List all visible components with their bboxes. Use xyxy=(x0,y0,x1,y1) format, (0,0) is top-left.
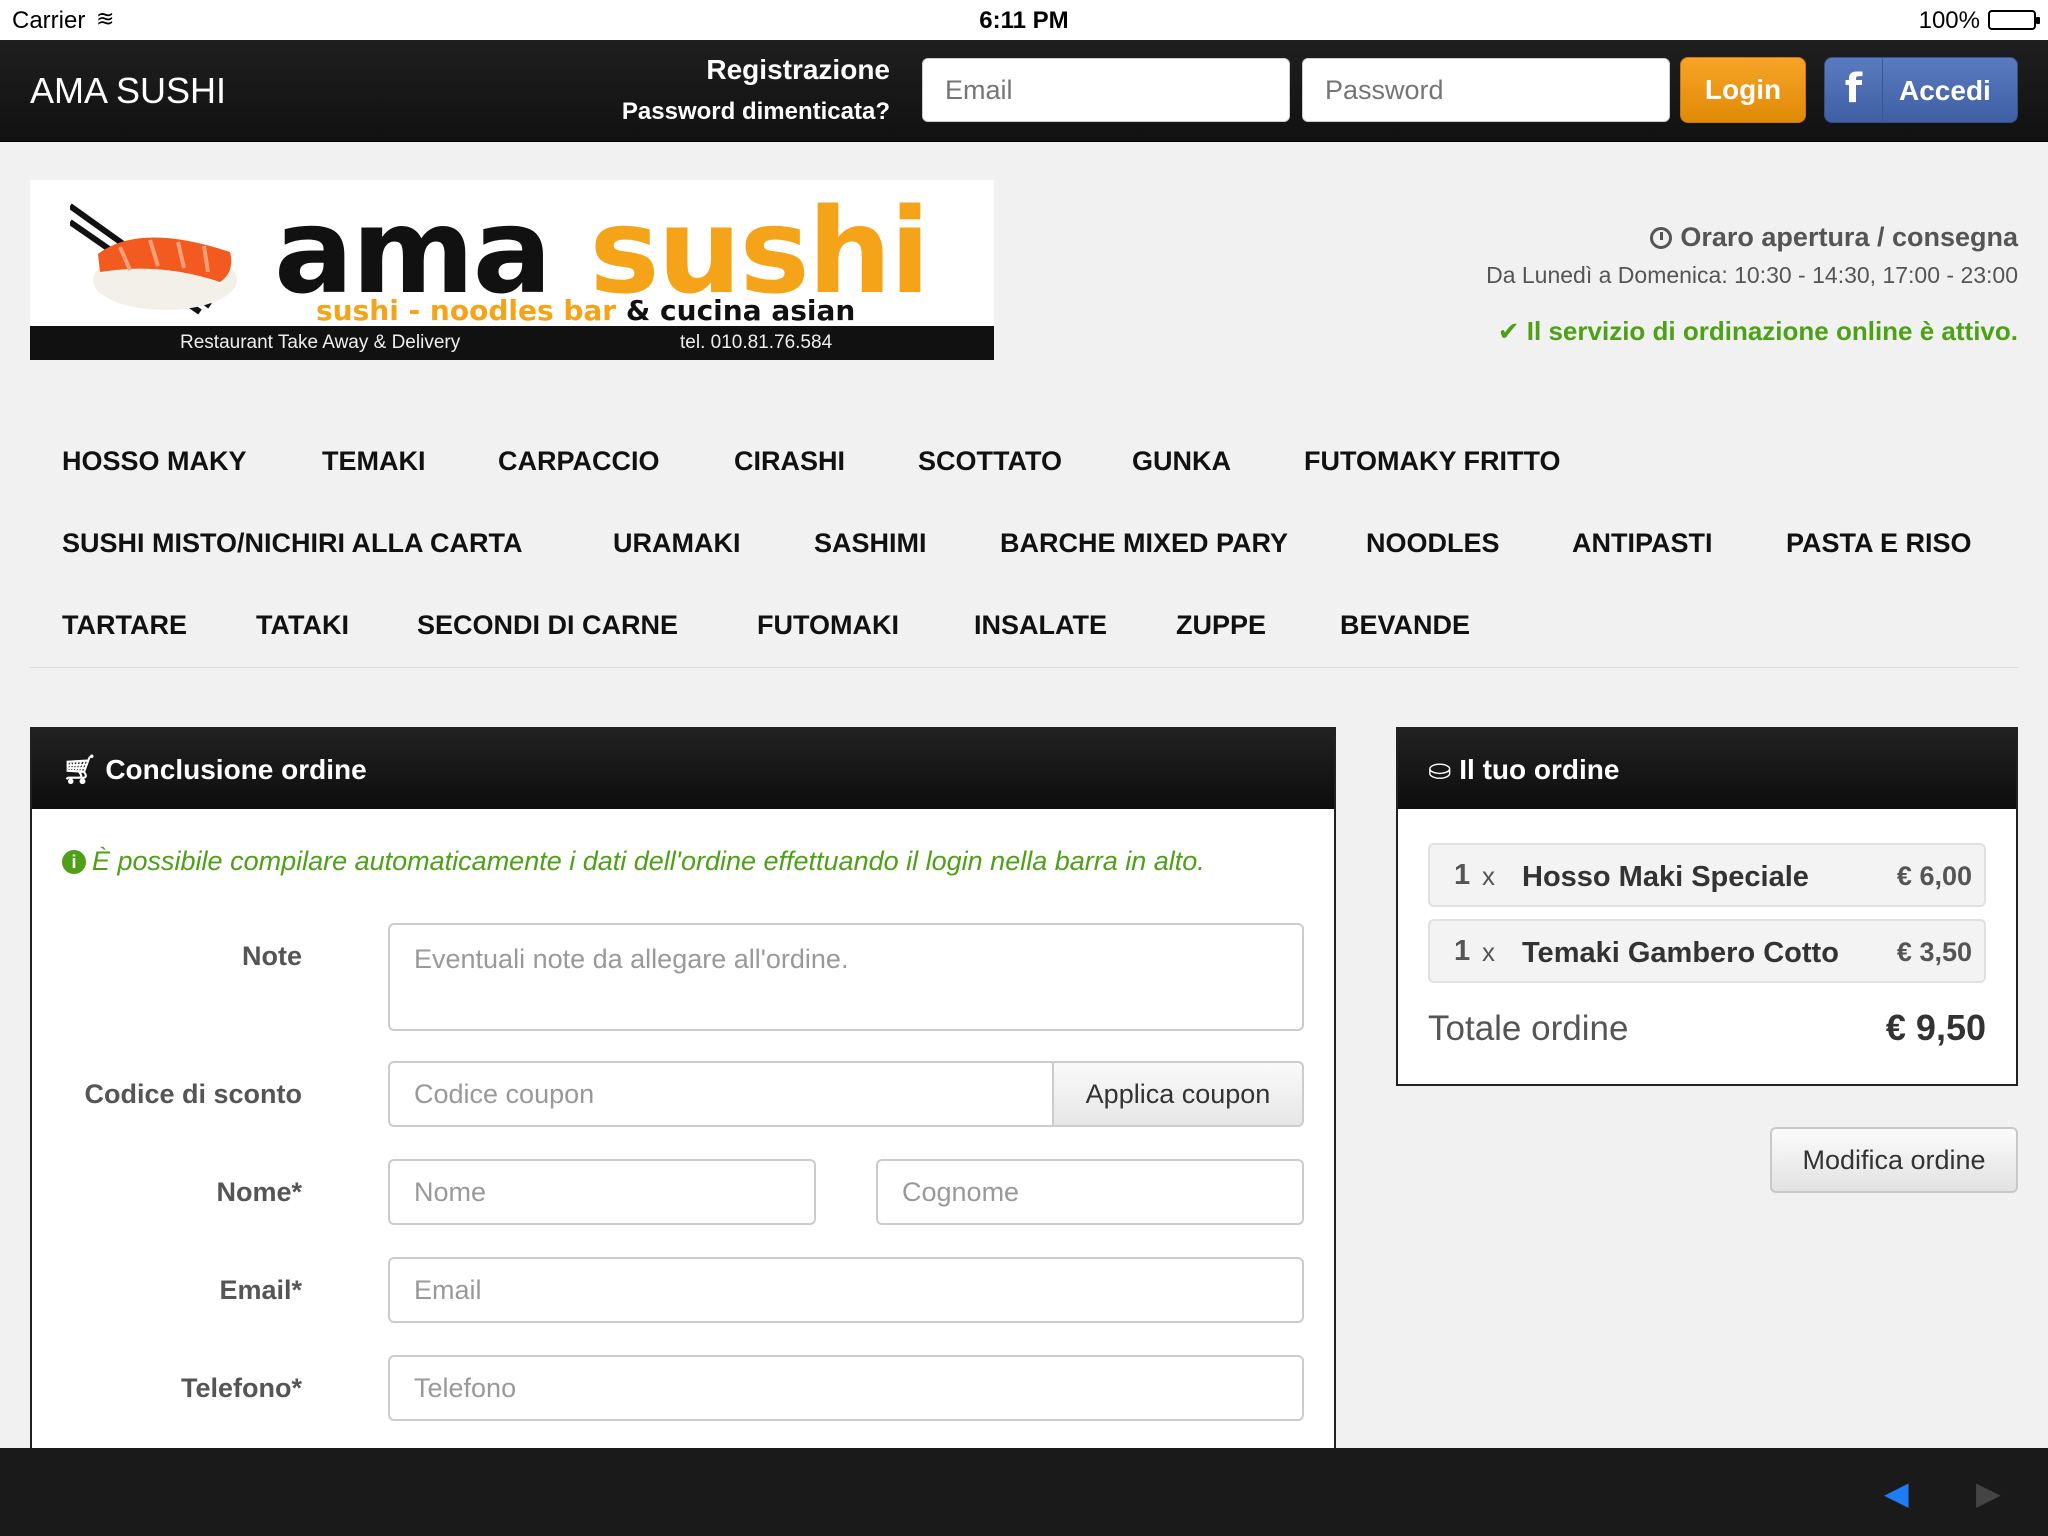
order-item-name: Temaki Gambero Cotto xyxy=(1522,937,1839,969)
top-navbar: AMA SUSHI Registrazione Password dimenti… xyxy=(0,40,2048,142)
clock: 6:11 PM xyxy=(979,7,1069,34)
info-icon: i xyxy=(62,850,86,874)
logo-phone-text: tel. 010.81.76.584 xyxy=(680,332,833,353)
order-item: 1 x Temaki Gambero Cotto € 3,50 xyxy=(1428,919,1986,983)
logo-wordmark: ama sushi xyxy=(274,182,930,320)
inbox-icon: ⛀ xyxy=(1428,754,1452,785)
brand-link[interactable]: AMA SUSHI xyxy=(30,70,226,112)
checkout-panel: 🛒︎ Conclusione ordine iÈ possibile compi… xyxy=(30,727,1336,1536)
name-label: Nome* xyxy=(216,1177,302,1207)
register-link[interactable]: Registrazione xyxy=(706,54,890,86)
note-textarea[interactable]: Eventuali note da allegare all'ordine. xyxy=(388,923,1304,1031)
login-password-input[interactable] xyxy=(1302,58,1670,122)
opening-hours-title: Oraro apertura / consegna xyxy=(1650,222,2018,253)
category-link[interactable]: BARCHE MIXED PARY xyxy=(1000,528,1288,559)
category-link[interactable]: TATAKI xyxy=(256,610,349,641)
facebook-icon: f xyxy=(1825,58,1883,122)
logo-tagline: sushi - noodles bar & cucina asian xyxy=(316,294,856,327)
category-link[interactable]: NOODLES xyxy=(1366,528,1500,559)
service-status: ✔ Il servizio di ordinazione online è at… xyxy=(1497,316,2018,346)
category-link[interactable]: TARTARE xyxy=(62,610,187,641)
forward-arrow-icon[interactable]: ▶ xyxy=(1976,1474,2001,1512)
category-link[interactable]: FUTOMAKY FRITTO xyxy=(1304,446,1561,477)
order-item-name: Hosso Maki Speciale xyxy=(1522,861,1809,893)
checkout-title: Conclusione ordine xyxy=(105,754,367,785)
order-panel-header: ⛀ Il tuo ordine xyxy=(1398,729,2016,809)
login-email-input[interactable] xyxy=(922,58,1290,122)
order-summary-panel: ⛀ Il tuo ordine 1 x Hosso Maki Speciale … xyxy=(1396,727,2018,1086)
category-link[interactable]: HOSSO MAKY xyxy=(62,446,247,477)
email-field[interactable]: Email xyxy=(388,1257,1304,1323)
checkout-panel-header: 🛒︎ Conclusione ordine xyxy=(32,729,1334,809)
category-link[interactable]: PASTA E RISO xyxy=(1786,528,1972,559)
note-label: Note xyxy=(242,941,302,971)
category-link[interactable]: SUSHI MISTO/NICHIRI ALLA CARTA xyxy=(62,528,523,559)
order-item: 1 x Hosso Maki Speciale € 6,00 xyxy=(1428,843,1986,907)
sushi-icon xyxy=(70,203,237,315)
battery-percent: 100% xyxy=(1918,7,1980,34)
category-link[interactable]: ANTIPASTI xyxy=(1572,528,1713,559)
category-link[interactable]: ZUPPE xyxy=(1176,610,1266,641)
order-item-price: € 3,50 xyxy=(1896,937,1972,967)
order-total-label: Totale ordine xyxy=(1428,1009,1629,1048)
login-button[interactable]: Login xyxy=(1680,57,1806,123)
category-link[interactable]: TEMAKI xyxy=(322,446,426,477)
order-total-value: € 9,50 xyxy=(1885,1007,1986,1048)
category-link[interactable]: BEVANDE xyxy=(1340,610,1470,641)
email-label: Email* xyxy=(219,1275,302,1305)
category-link[interactable]: SASHIMI xyxy=(814,528,927,559)
category-link[interactable]: SECONDI DI CARNE xyxy=(417,610,678,641)
order-item-qty: 1 xyxy=(1454,859,1471,891)
category-link[interactable]: CARPACCIO xyxy=(498,446,660,477)
restaurant-logo[interactable]: ama sushi sushi - noodles bar & cucina a… xyxy=(30,180,994,360)
last-name-input[interactable]: Cognome xyxy=(876,1159,1304,1225)
logo-footer-bar: Restaurant Take Away & Delivery tel. 010… xyxy=(30,326,994,360)
facebook-login-button[interactable]: f Accedi xyxy=(1824,57,2018,123)
order-item-price: € 6,00 xyxy=(1896,861,1972,891)
facebook-login-label: Accedi xyxy=(1899,75,1991,106)
category-link[interactable]: CIRASHI xyxy=(734,446,845,477)
category-link[interactable]: URAMAKI xyxy=(613,528,741,559)
phone-label: Telefono* xyxy=(181,1373,302,1403)
order-item-qty: 1 xyxy=(1454,935,1471,967)
check-icon: ✔ xyxy=(1497,316,1520,346)
clock-icon xyxy=(1650,227,1673,249)
apply-coupon-button[interactable]: Applica coupon xyxy=(1052,1061,1304,1127)
opening-hours-text: Da Lunedì a Domenica: 10:30 - 14:30, 17:… xyxy=(1486,262,2018,288)
battery-icon xyxy=(1988,10,2040,30)
status-bar: Carrier ≋ 6:11 PM 100% xyxy=(0,0,2048,40)
coupon-input[interactable]: Codice coupon xyxy=(388,1061,1054,1127)
coupon-label: Codice di sconto xyxy=(84,1079,302,1109)
cart-icon: 🛒︎ xyxy=(62,754,98,785)
phone-field[interactable]: Telefono xyxy=(388,1355,1304,1421)
forgot-password-link[interactable]: Password dimenticata? xyxy=(622,98,890,126)
category-link[interactable]: FUTOMAKI xyxy=(757,610,899,641)
first-name-input[interactable]: Nome xyxy=(388,1159,816,1225)
order-title: Il tuo ordine xyxy=(1459,754,1620,785)
bottom-toolbar: ◀ ▶ xyxy=(0,1448,2048,1536)
category-link[interactable]: INSALATE xyxy=(974,610,1107,641)
category-link[interactable]: SCOTTATO xyxy=(918,446,1062,477)
category-menu: HOSSO MAKY TEMAKI CARPACCIO CIRASHI SCOT… xyxy=(30,432,2018,668)
logo-takeaway-text: Restaurant Take Away & Delivery xyxy=(180,332,461,353)
edit-order-button[interactable]: Modifica ordine xyxy=(1770,1127,2018,1193)
autofill-info: iÈ possibile compilare automaticamente i… xyxy=(62,846,1205,877)
back-arrow-icon[interactable]: ◀ xyxy=(1884,1474,1909,1512)
category-link[interactable]: GUNKA xyxy=(1132,446,1231,477)
